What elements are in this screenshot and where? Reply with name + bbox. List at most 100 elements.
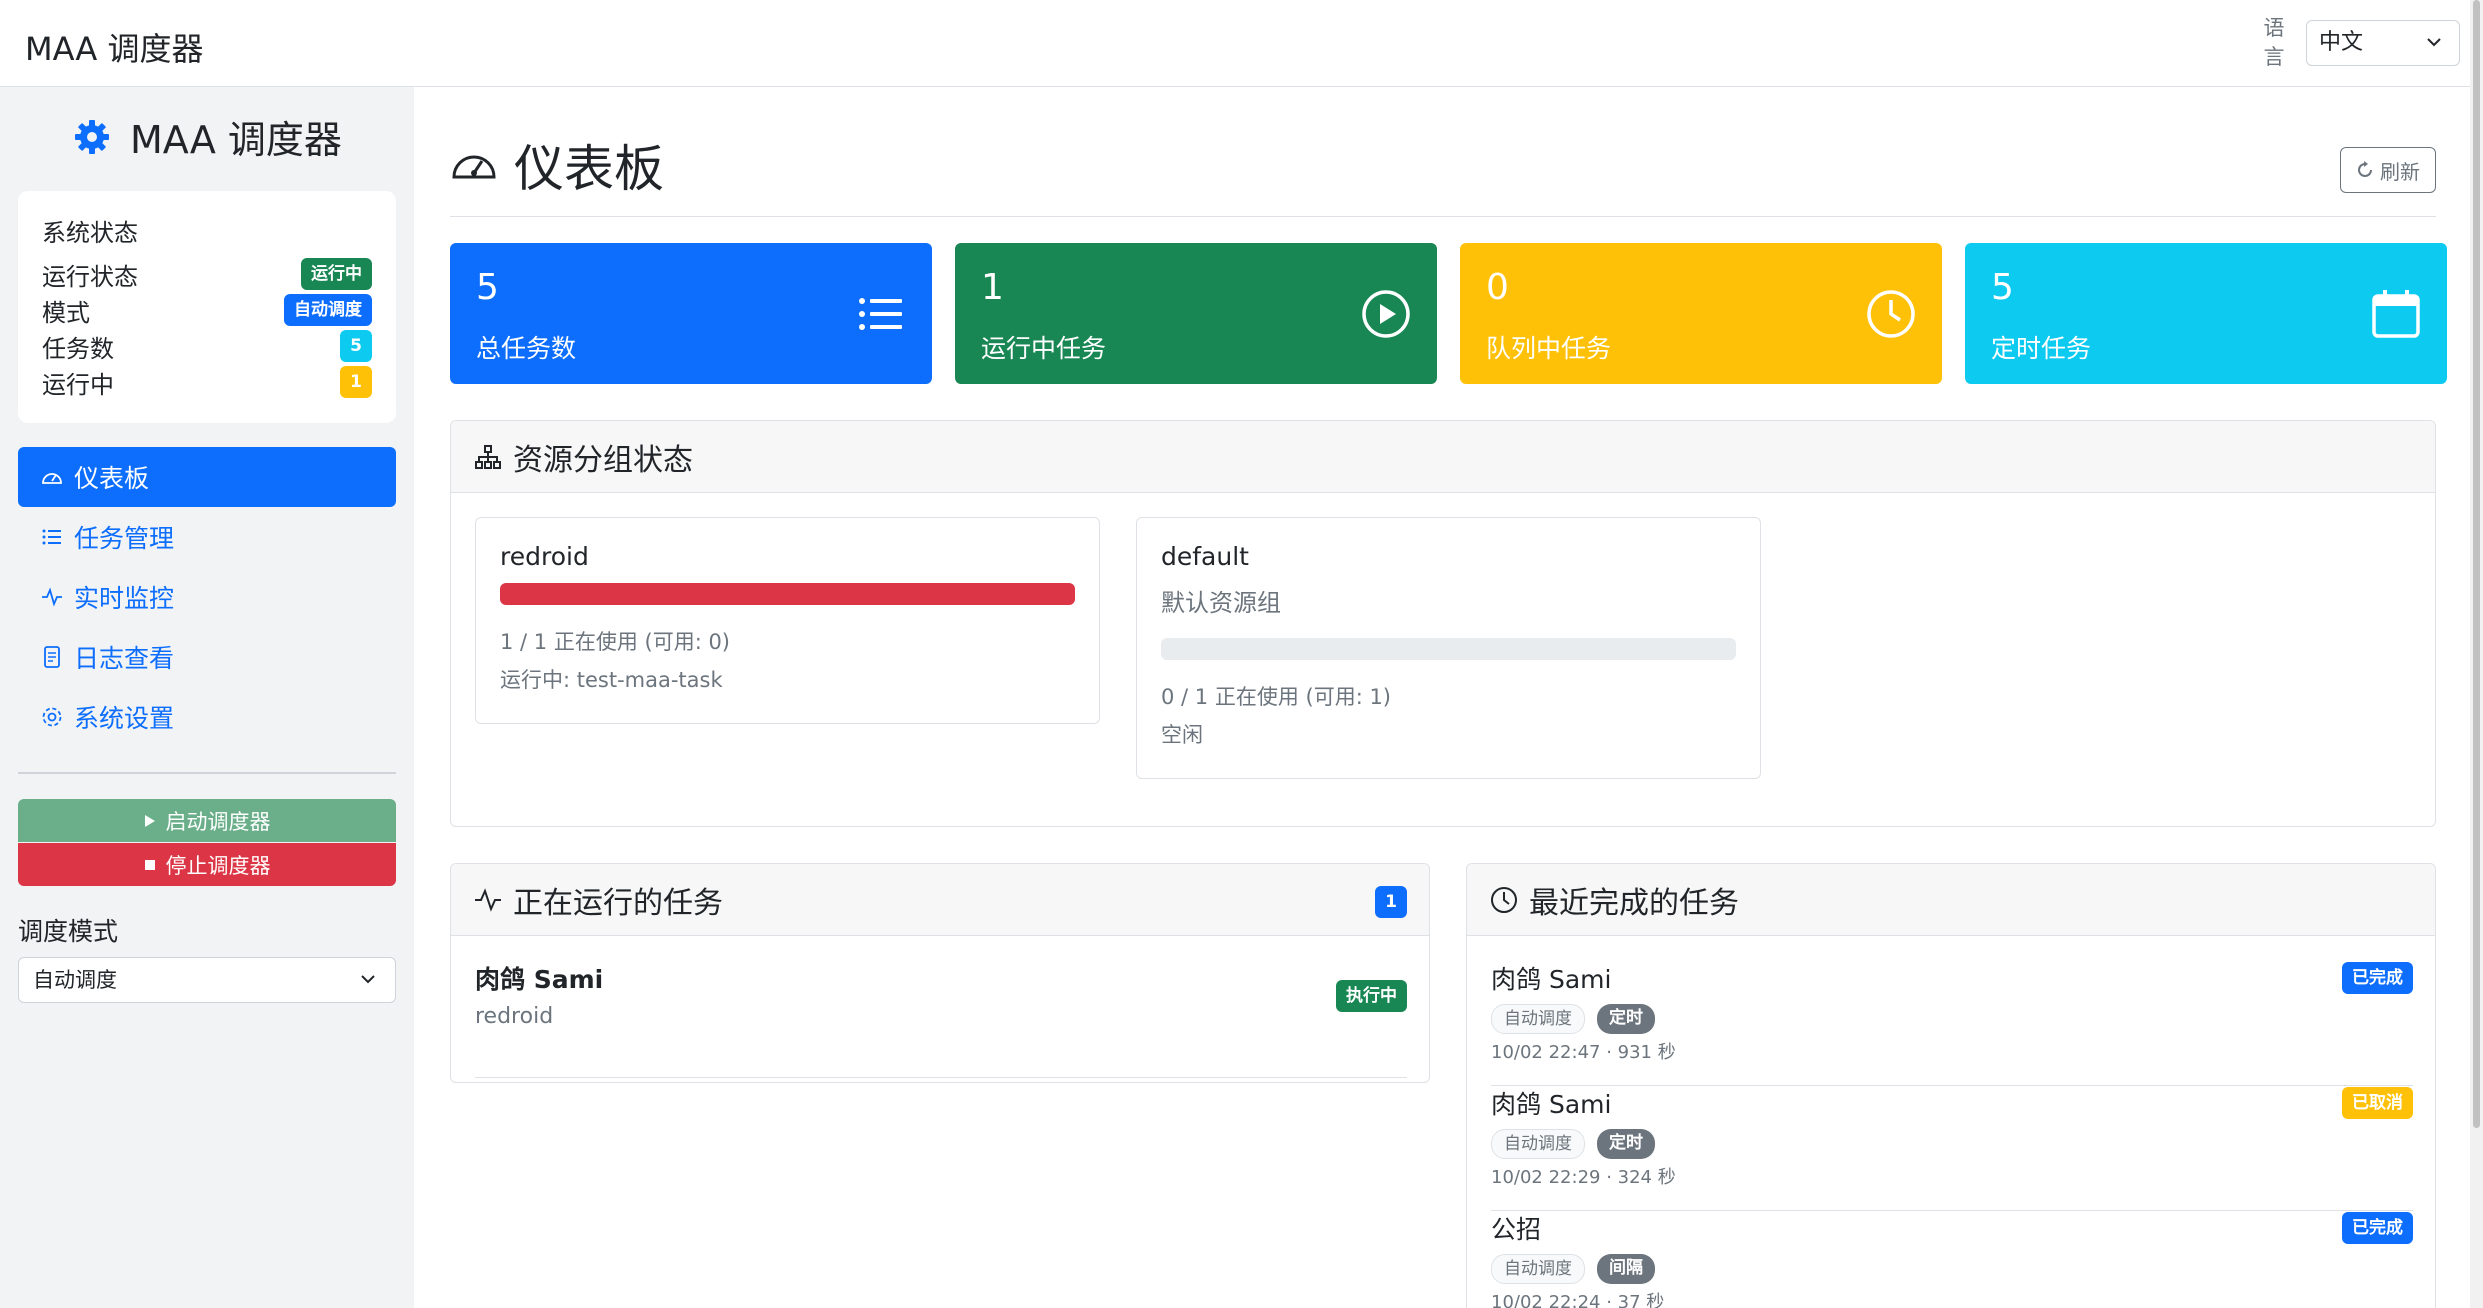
status-label: 任务数: [42, 334, 114, 363]
tag-badge: 定时: [1597, 1004, 1655, 1034]
resource-name: redroid: [500, 542, 589, 571]
refresh-label: 刷新: [2380, 159, 2420, 184]
stat-label: 定时任务: [1991, 334, 2092, 363]
play-icon: [144, 814, 155, 827]
document-icon: [44, 646, 60, 668]
task-group: redroid: [475, 1004, 554, 1029]
activity-icon: [42, 587, 62, 607]
nav-item-settings[interactable]: 系统设置: [18, 687, 396, 747]
recent-task-item[interactable]: 公招 自动调度 间隔 10/02 22:24 · 37 秒 已完成: [1491, 1210, 2413, 1308]
nav-item-tasks[interactable]: 任务管理: [18, 507, 396, 567]
status-badge: 运行中: [301, 258, 372, 290]
clock-icon: [1491, 886, 1517, 913]
task-status-badge: 已完成: [2342, 962, 2413, 994]
usage-progress-bar: [500, 583, 1075, 605]
task-name: 肉鸽 Sami: [475, 965, 604, 994]
recent-task-item[interactable]: 肉鸽 Sami 自动调度 定时 10/02 22:29 · 324 秒 已取消: [1491, 1085, 2413, 1211]
nav-item-logs[interactable]: 日志查看: [18, 627, 396, 687]
calendar-icon: [2372, 290, 2420, 338]
status-label: 模式: [42, 298, 90, 327]
stat-total-tasks: 5 总任务数: [450, 243, 932, 384]
start-scheduler-button[interactable]: 启动调度器: [18, 799, 396, 842]
start-label: 启动调度器: [165, 809, 271, 834]
card-title: 最近完成的任务: [1529, 885, 1739, 921]
usage-progress-fill: [500, 583, 1075, 605]
task-status-badge: 执行中: [1336, 980, 1407, 1012]
task-status-badge: 已完成: [2342, 1212, 2413, 1244]
sidebar-brand: MAA 调度器: [72, 109, 342, 164]
card-title: 正在运行的任务: [513, 885, 723, 921]
stat-running-tasks: 1 运行中任务: [955, 243, 1437, 384]
mode-badge: 自动调度: [284, 294, 372, 326]
running-count-badge: 1: [1375, 886, 1407, 918]
stat-queued-tasks: 0 队列中任务: [1460, 243, 1942, 384]
resource-usage: 1 / 1 正在使用 (可用: 0): [500, 630, 730, 654]
status-row-mode: 模式 自动调度: [42, 292, 372, 328]
title-divider: [450, 216, 2436, 217]
stat-value: 5: [1991, 267, 2014, 308]
running-task-row[interactable]: 肉鸽 Sami redroid 执行中: [475, 960, 1407, 1078]
refresh-icon: [2358, 161, 2372, 177]
gear-icon: [42, 707, 62, 727]
recent-tasks-card: 最近完成的任务 肉鸽 Sami 自动调度 定时 10/02 22:47 · 93…: [1466, 863, 2436, 1308]
resource-name: default: [1161, 542, 1249, 571]
status-row-running: 运行状态 运行中: [42, 256, 372, 292]
diagram-icon: [475, 444, 501, 469]
language-select[interactable]: 中文: [2306, 20, 2460, 66]
task-tags: 自动调度 间隔: [1491, 1254, 2413, 1284]
card-header: 资源分组状态: [451, 421, 2435, 493]
recent-task-item[interactable]: 肉鸽 Sami 自动调度 定时 10/02 22:47 · 931 秒 已完成: [1491, 960, 2413, 1086]
resource-group-default: default 默认资源组 0 / 1 正在使用 (可用: 1) 空闲: [1136, 517, 1761, 779]
nav-item-dashboard[interactable]: 仪表板: [18, 447, 396, 507]
page-scrollbar[interactable]: [2470, 0, 2483, 1308]
navbar-brand[interactable]: MAA 调度器: [25, 24, 203, 70]
activity-icon: [475, 887, 501, 912]
chevron-down-icon: [2425, 21, 2443, 80]
language-label: 语言: [2263, 16, 2285, 69]
status-label: 运行中: [42, 370, 114, 399]
tag-badge: 自动调度: [1491, 1129, 1585, 1159]
task-tags: 自动调度 定时: [1491, 1004, 2413, 1034]
sidebar: MAA 调度器 系统状态 运行状态 运行中 模式 自动调度 任务数 5 运行中 …: [0, 87, 414, 1308]
nav-label: 日志查看: [74, 644, 175, 673]
refresh-button[interactable]: 刷新: [2340, 147, 2436, 193]
status-title: 系统状态: [42, 219, 138, 247]
stat-label: 总任务数: [476, 334, 577, 363]
schedule-mode-label: 调度模式: [18, 917, 119, 946]
task-count-badge: 5: [340, 330, 372, 362]
task-tags: 自动调度 定时: [1491, 1129, 2413, 1159]
stat-value: 0: [1486, 267, 1509, 308]
tag-badge: 自动调度: [1491, 1004, 1585, 1034]
stop-icon: [144, 859, 155, 870]
nav-item-monitor[interactable]: 实时监控: [18, 567, 396, 627]
task-status-badge: 已取消: [2342, 1087, 2413, 1119]
chevron-down-icon: [359, 958, 377, 1017]
tag-badge: 定时: [1597, 1129, 1655, 1159]
resource-group-redroid: redroid 1 / 1 正在使用 (可用: 0) 运行中: test-maa…: [475, 517, 1100, 724]
nav-label: 实时监控: [74, 584, 175, 613]
play-circle-icon: [1362, 290, 1410, 338]
task-meta: 10/02 22:47 · 931 秒: [1491, 1042, 1676, 1063]
main-content: 仪表板 刷新 5 总任务数 1 运行中任务 0 队列中任务 5 定时任务 资源分…: [414, 87, 2470, 1308]
card-header: 最近完成的任务: [1467, 864, 2435, 936]
clock-icon: [1867, 290, 1915, 338]
sidebar-nav: 仪表板 任务管理 实时监控 日志查看 系统设置: [18, 447, 396, 747]
nav-label: 任务管理: [74, 524, 175, 553]
scrollbar-thumb[interactable]: [2473, 0, 2480, 1128]
sidebar-brand-text: MAA 调度器: [130, 118, 342, 162]
running-tasks-card: 正在运行的任务 1 肉鸽 Sami redroid 执行中: [450, 863, 1430, 1083]
stop-scheduler-button[interactable]: 停止调度器: [18, 843, 396, 886]
task-name: 肉鸽 Sami: [1491, 1090, 1612, 1119]
resource-detail: 空闲: [1161, 723, 1203, 747]
schedule-mode-select[interactable]: 自动调度: [18, 957, 396, 1003]
task-name: 肉鸽 Sami: [1491, 965, 1612, 994]
stop-label: 停止调度器: [165, 853, 271, 878]
stat-label: 运行中任务: [981, 334, 1107, 363]
task-meta: 10/02 22:24 · 37 秒: [1491, 1292, 1665, 1308]
list-icon: [859, 298, 902, 330]
tag-badge: 间隔: [1597, 1254, 1655, 1284]
resource-groups-card: 资源分组状态 redroid 1 / 1 正在使用 (可用: 0) 运行中: t…: [450, 420, 2436, 827]
usage-progress-bar: [1161, 638, 1736, 660]
nav-label: 系统设置: [74, 704, 175, 733]
list-icon: [42, 529, 61, 545]
